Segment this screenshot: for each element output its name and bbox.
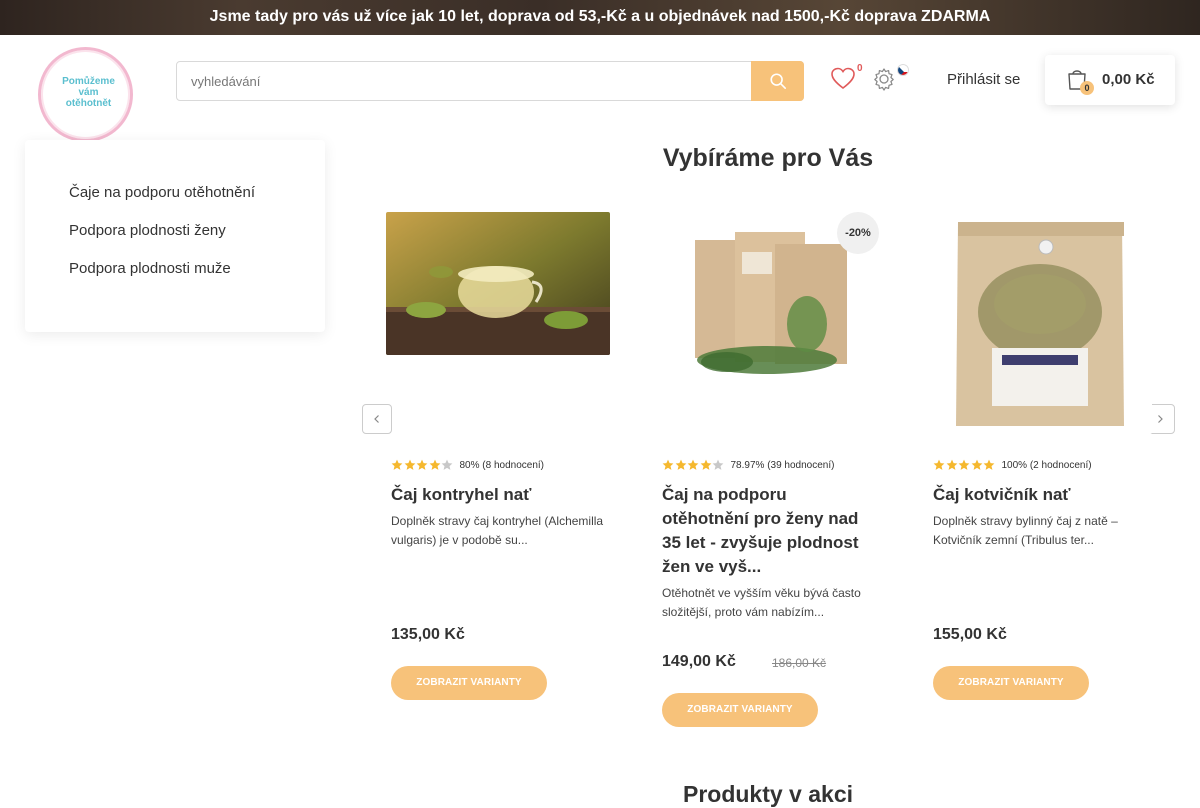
login-link[interactable]: Přihlásit se	[947, 71, 1020, 88]
product-image-kotvicnik-bag[interactable]	[928, 212, 1152, 434]
wishlist-count: 0	[857, 63, 863, 74]
section-title: Vybíráme pro Vás	[662, 144, 874, 172]
logo-text-line2: vám	[78, 87, 99, 98]
star-filled-icon	[687, 459, 699, 470]
product-rating: 78.97% (39 hodnocení)	[662, 459, 834, 471]
show-variants-button[interactable]: ZOBRAZIT VARIANTY	[933, 666, 1089, 700]
search-icon	[769, 73, 786, 90]
star-filled-icon	[700, 459, 711, 470]
star-filled-icon	[971, 459, 982, 470]
star-filled-icon	[933, 459, 945, 470]
cart-total: 0,00 Kč	[1102, 71, 1155, 88]
product-description: Doplněk stravy čaj kontryhel (Alchemilla…	[391, 514, 604, 547]
gear-icon[interactable]	[872, 67, 896, 91]
star-rating	[391, 459, 454, 471]
next-section-title: Produkty v akci	[682, 781, 854, 807]
product-old-price: 186,00 Kč	[772, 656, 827, 670]
cart-count-badge: 0	[1080, 81, 1094, 95]
star-rating	[662, 459, 725, 471]
star-filled-icon	[958, 459, 970, 470]
sidebar-item-caje-na-podporu[interactable]: Čaje na podporu otěhotnění	[69, 184, 255, 201]
product-name[interactable]: Čaj kotvičník nať	[933, 483, 1148, 507]
star-filled-icon	[983, 459, 995, 470]
product-description: Doplněk stravy bylinný čaj z natě – Kotv…	[933, 514, 1118, 547]
logo-circle: Pomůžeme vám otěhotnět	[38, 47, 133, 142]
star-rating	[933, 459, 996, 471]
product-rating: 100% (2 hodnocení)	[933, 459, 1092, 471]
sidebar-item-podpora-plodnosti-muze[interactable]: Podpora plodnosti muže	[69, 260, 231, 277]
star-filled-icon	[675, 459, 686, 470]
show-variants-button[interactable]: ZOBRAZIT VARIANTY	[391, 666, 547, 700]
star-filled-icon	[391, 459, 403, 470]
chevron-right-icon	[1158, 415, 1163, 423]
product-price: 135,00 Kč	[391, 626, 465, 643]
product-price: 155,00 Kč	[933, 626, 1007, 643]
chevron-left-icon	[374, 415, 379, 423]
show-variants-button[interactable]: ZOBRAZIT VARIANTY	[662, 693, 818, 727]
star-filled-icon	[429, 459, 440, 470]
search-input[interactable]	[191, 62, 751, 100]
promo-banner-text: Jsme tady pro vás už více jak 10 let, do…	[209, 8, 991, 25]
search-box	[176, 61, 804, 101]
heart-icon[interactable]	[830, 66, 856, 92]
star-empty-icon	[441, 459, 453, 470]
product-description: Otěhotnět ve vyšším věku bývá často slož…	[662, 586, 861, 619]
logo-text: Pomůžeme vám otěhotnět	[41, 76, 136, 109]
product-rating: 80% (8 hodnocení)	[391, 459, 544, 471]
star-filled-icon	[404, 459, 415, 470]
category-sidebar: Čaje na podporu otěhotnění Podpora plodn…	[25, 140, 325, 332]
star-filled-icon	[416, 459, 428, 470]
rating-text: 78.97% (39 hodnocení)	[730, 459, 835, 471]
sidebar-item-podpora-plodnosti-zeny[interactable]: Podpora plodnosti ženy	[69, 222, 226, 239]
product-name[interactable]: Čaj na podporu otěhotnění pro ženy nad 3…	[662, 483, 877, 579]
product-price: 149,00 Kč	[662, 653, 736, 670]
product-name[interactable]: Čaj kontryhel nať	[391, 483, 606, 507]
star-filled-icon	[662, 459, 674, 470]
rating-text: 100% (2 hodnocení)	[1001, 459, 1092, 471]
rating-text: 80% (8 hodnocení)	[459, 459, 545, 471]
logo-text-line1: Pomůžeme	[62, 76, 115, 87]
star-empty-icon	[712, 459, 724, 470]
czech-flag-icon[interactable]	[897, 64, 909, 76]
carousel-prev-button[interactable]	[362, 404, 392, 434]
search-button[interactable]	[751, 61, 804, 101]
product-image-tea-cup[interactable]	[386, 212, 610, 355]
cart-button[interactable]: 0 0,00 Kč	[1045, 55, 1175, 105]
star-filled-icon	[946, 459, 957, 470]
discount-badge: -20%	[837, 212, 879, 254]
logo-text-line3: otěhotnět	[65, 98, 112, 109]
promo-banner: Jsme tady pro vás už více jak 10 let, do…	[0, 0, 1200, 35]
site-logo[interactable]: Pomůžeme vám otěhotnět	[25, 35, 145, 153]
